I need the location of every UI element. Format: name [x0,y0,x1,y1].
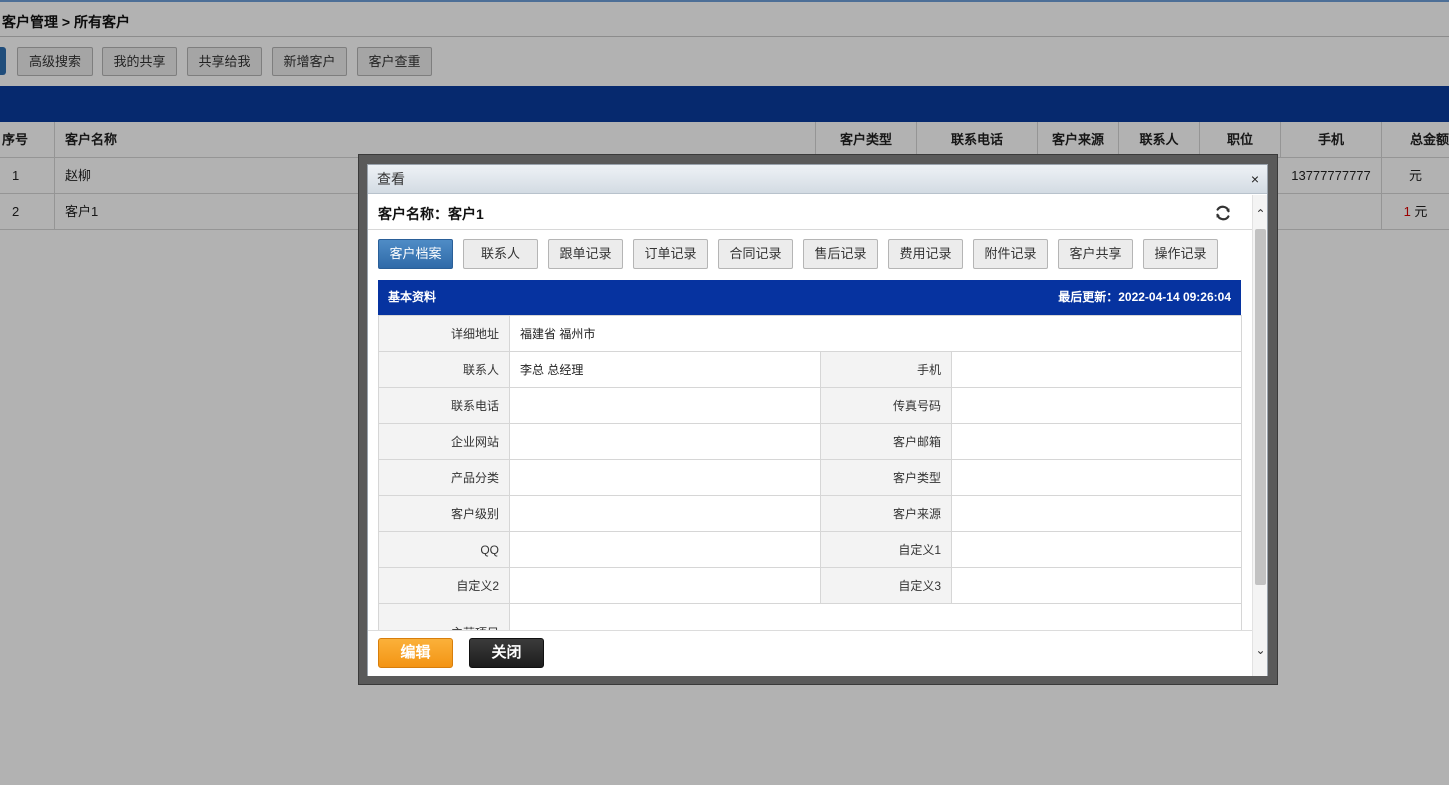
customer-level-value [509,495,821,532]
website-value [509,423,821,460]
customer-level-label: 客户级别 [378,495,510,532]
tab-orders[interactable]: 订单记录 [633,239,708,269]
contact-value: 李总 总经理 [509,351,821,388]
section-title: 基本资料 [388,290,437,304]
close-icon[interactable]: × [1251,165,1259,193]
website-label: 企业网站 [378,423,510,460]
tab-expenses[interactable]: 费用记录 [888,239,963,269]
customer-view-dialog: 查看 × 客户名称：客户1 客户档案 联系人 跟单记录 订单记录 合同记录 售后… [367,164,1268,676]
tab-contracts[interactable]: 合同记录 [718,239,793,269]
edit-button[interactable]: 编辑 [378,638,453,668]
tab-attachments[interactable]: 附件记录 [973,239,1048,269]
dialog-title: 查看 [377,171,405,187]
custom2-value [509,567,821,604]
address-label: 详细地址 [378,315,510,352]
info-row: 主营项目 [378,603,1243,630]
info-row: 企业网站 客户邮箱 [378,423,1243,460]
info-row: 联系电话 传真号码 [378,387,1243,424]
last-updated: 最后更新：2022-04-14 09:26:04 [1058,290,1231,304]
product-category-value [509,459,821,496]
qq-value [509,531,821,568]
refresh-icon[interactable] [1214,204,1232,222]
custom3-label: 自定义3 [820,567,952,604]
info-row: 联系人 李总 总经理 手机 [378,351,1243,388]
close-button[interactable]: 关闭 [469,638,544,668]
dialog-scrollbar[interactable]: ⌃ ⌄ [1252,195,1267,676]
address-value: 福建省 福州市 [508,315,1243,352]
customer-name-label: 客户名称：客户1 [378,206,484,222]
info-row: 产品分类 客户类型 [378,459,1243,496]
info-row: 详细地址 福建省 福州市 [378,315,1243,352]
divider [368,229,1252,230]
fax-label: 传真号码 [820,387,952,424]
tab-after-sales[interactable]: 售后记录 [803,239,878,269]
contact-label: 联系人 [378,351,510,388]
basic-info-table: 详细地址 福建省 福州市 联系人 李总 总经理 手机 联系电话 传真号码 企业网… [378,315,1243,630]
customer-type-label: 客户类型 [820,459,952,496]
tab-contacts[interactable]: 联系人 [463,239,538,269]
qq-label: QQ [378,531,510,568]
email-value [950,423,1243,460]
custom1-label: 自定义1 [820,531,952,568]
fax-value [950,387,1243,424]
chevron-down-icon[interactable]: ⌄ [1254,643,1267,657]
customer-source-label: 客户来源 [820,495,952,532]
tab-sharing[interactable]: 客户共享 [1058,239,1133,269]
main-business-value [508,603,1243,630]
mobile-value [950,351,1243,388]
basic-info-header: 基本资料 最后更新：2022-04-14 09:26:04 [378,280,1241,315]
dialog-footer: 编辑 关闭 [368,630,1252,676]
customer-type-value [950,459,1243,496]
phone-value [509,387,821,424]
custom3-value [950,567,1243,604]
main-business-label: 主营项目 [378,603,510,630]
mobile-label: 手机 [820,351,952,388]
tab-profile[interactable]: 客户档案 [378,239,453,269]
product-category-label: 产品分类 [378,459,510,496]
email-label: 客户邮箱 [820,423,952,460]
custom1-value [950,531,1243,568]
info-row: 自定义2 自定义3 [378,567,1243,604]
custom2-label: 自定义2 [378,567,510,604]
info-row: 客户级别 客户来源 [378,495,1243,532]
dialog-title-bar[interactable]: 查看 × [368,165,1267,194]
dialog-body: 客户名称：客户1 客户档案 联系人 跟单记录 订单记录 合同记录 售后记录 费用… [368,195,1252,630]
scroll-thumb[interactable] [1255,229,1266,585]
tab-operation-log[interactable]: 操作记录 [1143,239,1218,269]
tab-follow-up[interactable]: 跟单记录 [548,239,623,269]
info-row: QQ 自定义1 [378,531,1243,568]
phone-label: 联系电话 [378,387,510,424]
chevron-up-icon[interactable]: ⌃ [1254,207,1267,221]
customer-source-value [950,495,1243,532]
